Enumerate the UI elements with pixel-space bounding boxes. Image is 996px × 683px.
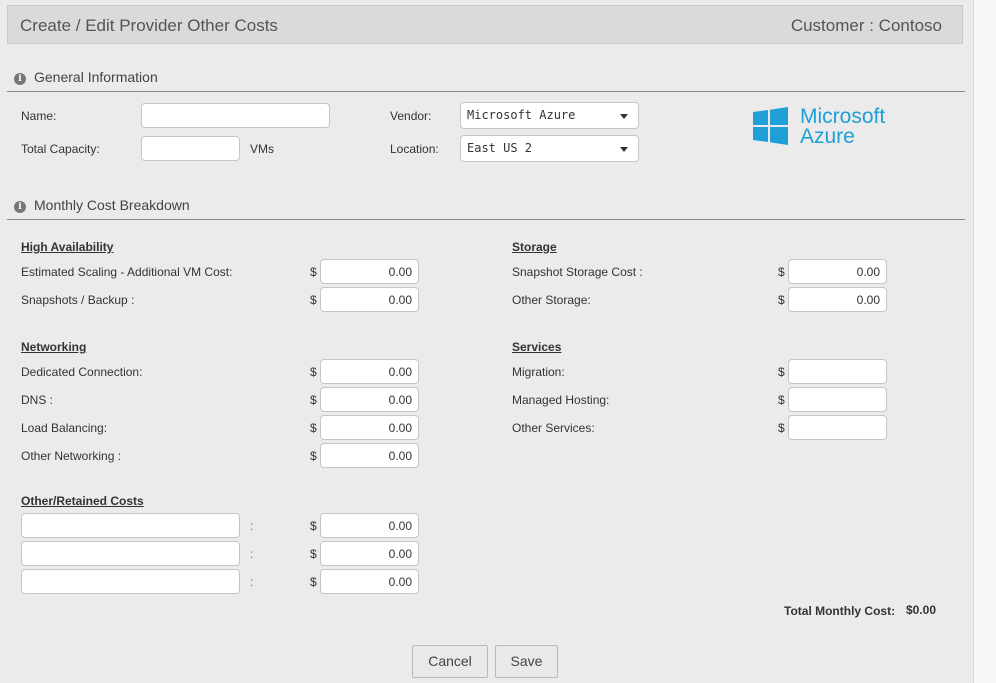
total-capacity-label: Total Capacity: bbox=[21, 142, 100, 156]
load-balancing-label: Load Balancing: bbox=[21, 421, 108, 435]
cancel-button[interactable]: Cancel bbox=[412, 645, 488, 678]
chevron-down-icon bbox=[620, 114, 628, 119]
currency-symbol: $ bbox=[310, 519, 317, 533]
capacity-unit-label: VMs bbox=[250, 142, 274, 156]
currency-symbol: $ bbox=[310, 365, 317, 379]
managed-hosting-input[interactable] bbox=[788, 387, 887, 412]
separator: : bbox=[250, 575, 254, 589]
location-selected-value: East US 2 bbox=[467, 141, 533, 155]
vendor-select[interactable]: Microsoft Azure bbox=[460, 102, 639, 129]
page-title: Create / Edit Provider Other Costs bbox=[20, 16, 278, 35]
scaling-cost-input[interactable] bbox=[320, 259, 419, 284]
currency-symbol: $ bbox=[310, 547, 317, 561]
general-info-title: General Information bbox=[34, 69, 158, 85]
currency-symbol: $ bbox=[310, 393, 317, 407]
windows-logo-icon bbox=[753, 107, 788, 145]
section-divider bbox=[7, 219, 965, 220]
separator: : bbox=[250, 547, 254, 561]
currency-symbol: $ bbox=[778, 293, 785, 307]
scaling-cost-label: Estimated Scaling - Additional VM Cost: bbox=[21, 265, 233, 279]
chevron-down-icon bbox=[620, 147, 628, 152]
currency-symbol: $ bbox=[778, 393, 785, 407]
info-icon: i bbox=[14, 201, 26, 213]
location-label: Location: bbox=[390, 142, 439, 156]
retained-cost-name-input[interactable] bbox=[21, 513, 240, 538]
currency-symbol: $ bbox=[778, 421, 785, 435]
migration-label: Migration: bbox=[512, 365, 565, 379]
currency-symbol: $ bbox=[310, 265, 317, 279]
name-label: Name: bbox=[21, 109, 57, 123]
currency-symbol: $ bbox=[310, 449, 317, 463]
total-capacity-input[interactable] bbox=[141, 136, 240, 161]
other-storage-input[interactable] bbox=[788, 287, 887, 312]
currency-symbol: $ bbox=[310, 421, 317, 435]
azure-logo: Microsoft Azure bbox=[753, 105, 885, 148]
monthly-cost-title: Monthly Cost Breakdown bbox=[34, 197, 190, 213]
networking-header: Networking bbox=[21, 340, 87, 354]
name-input[interactable] bbox=[141, 103, 330, 128]
snapshot-storage-input[interactable] bbox=[788, 259, 887, 284]
currency-symbol: $ bbox=[310, 575, 317, 589]
monthly-cost-heading: i Monthly Cost Breakdown bbox=[14, 197, 190, 214]
storage-header: Storage bbox=[512, 240, 557, 254]
save-button[interactable]: Save bbox=[495, 645, 558, 678]
dns-label: DNS : bbox=[21, 393, 54, 407]
total-monthly-cost-value: $0.00 bbox=[906, 603, 937, 617]
other-storage-label: Other Storage: bbox=[512, 293, 591, 307]
currency-symbol: $ bbox=[778, 365, 785, 379]
total-monthly-cost-label: Total Monthly Cost: bbox=[784, 604, 896, 618]
vendor-label: Vendor: bbox=[390, 109, 432, 123]
high-availability-header: High Availability bbox=[21, 240, 114, 254]
logo-text-azure: Azure bbox=[800, 125, 855, 148]
services-header: Services bbox=[512, 340, 562, 354]
retained-cost-name-input[interactable] bbox=[21, 541, 240, 566]
other-services-input[interactable] bbox=[788, 415, 887, 440]
dedicated-connection-input[interactable] bbox=[320, 359, 419, 384]
snapshot-storage-label: Snapshot Storage Cost : bbox=[512, 265, 643, 279]
title-bar: Create / Edit Provider Other Costs Custo… bbox=[7, 5, 963, 44]
scrollbar[interactable] bbox=[973, 0, 996, 683]
retained-cost-value-input[interactable] bbox=[320, 569, 419, 594]
vendor-selected-value: Microsoft Azure bbox=[467, 108, 576, 122]
other-networking-label: Other Networking : bbox=[21, 449, 122, 463]
dns-input[interactable] bbox=[320, 387, 419, 412]
section-divider bbox=[7, 91, 965, 92]
currency-symbol: $ bbox=[310, 293, 317, 307]
general-info-heading: i General Information bbox=[14, 69, 158, 86]
currency-symbol: $ bbox=[778, 265, 785, 279]
snapshots-backup-label: Snapshots / Backup : bbox=[21, 293, 135, 307]
load-balancing-input[interactable] bbox=[320, 415, 419, 440]
info-icon: i bbox=[14, 73, 26, 85]
managed-hosting-label: Managed Hosting: bbox=[512, 393, 610, 407]
retained-cost-value-input[interactable] bbox=[320, 513, 419, 538]
other-services-label: Other Services: bbox=[512, 421, 595, 435]
other-networking-input[interactable] bbox=[320, 443, 419, 468]
dedicated-connection-label: Dedicated Connection: bbox=[21, 365, 143, 379]
other-retained-header: Other/Retained Costs bbox=[21, 494, 144, 508]
customer-label: Customer : Contoso bbox=[790, 16, 942, 35]
migration-input[interactable] bbox=[788, 359, 887, 384]
location-select[interactable]: East US 2 bbox=[460, 135, 639, 162]
separator: : bbox=[250, 519, 254, 533]
snapshots-backup-input[interactable] bbox=[320, 287, 419, 312]
retained-cost-name-input[interactable] bbox=[21, 569, 240, 594]
retained-cost-value-input[interactable] bbox=[320, 541, 419, 566]
